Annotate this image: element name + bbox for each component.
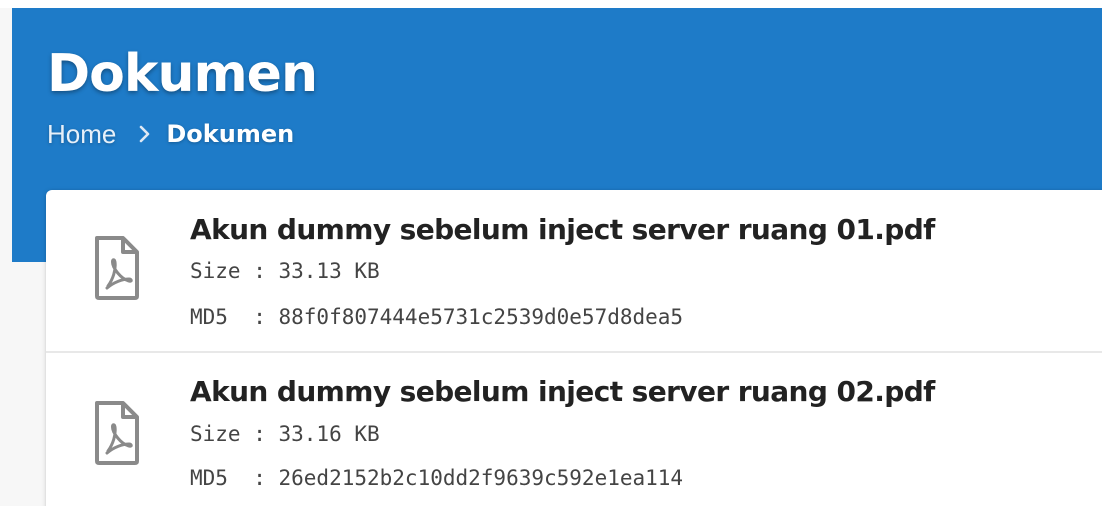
document-md5: MD5 : 26ed2152b2c10dd2f9639c592e1ea114 (190, 466, 684, 490)
document-name[interactable]: Akun dummy sebelum inject server ruang 0… (190, 210, 935, 250)
document-size: Size : 33.16 KB (190, 422, 380, 446)
document-name[interactable]: Akun dummy sebelum inject server ruang 0… (190, 372, 935, 412)
page: Dokumen Home Dokumen Akun dummy sebelum … (0, 0, 1102, 506)
document-list: Akun dummy sebelum inject server ruang 0… (46, 190, 1102, 506)
chevron-right-icon (138, 125, 150, 143)
page-title: Dokumen (47, 44, 318, 104)
breadcrumb-home-link[interactable]: Home (47, 119, 116, 150)
document-item[interactable]: Akun dummy sebelum inject server ruang 0… (46, 353, 1102, 506)
breadcrumb-current: Dokumen (166, 120, 295, 148)
pdf-file-icon (92, 235, 142, 301)
pdf-file-icon (92, 400, 142, 466)
document-md5: MD5 : 88f0f807444e5731c2539d0e57d8dea5 (190, 305, 684, 329)
document-size: Size : 33.13 KB (190, 259, 380, 283)
top-strip (0, 0, 1102, 8)
document-item[interactable]: Akun dummy sebelum inject server ruang 0… (46, 190, 1102, 353)
breadcrumb: Home Dokumen (47, 116, 294, 152)
